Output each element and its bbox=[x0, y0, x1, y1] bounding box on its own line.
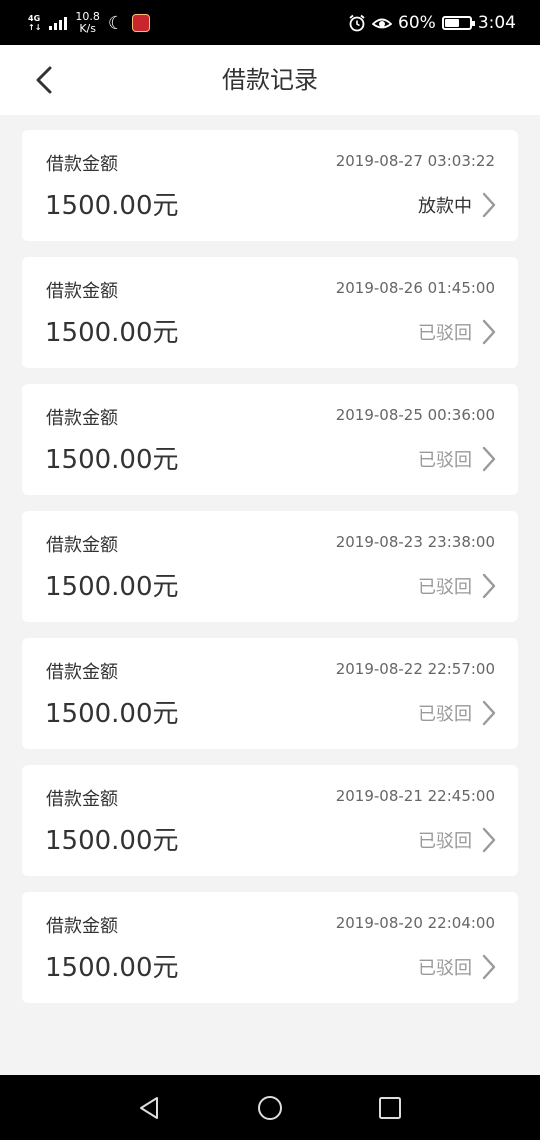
chevron-right-icon bbox=[482, 827, 496, 853]
triangle-back-icon bbox=[140, 1097, 158, 1119]
loan-amount-label: 借款金额 bbox=[46, 535, 118, 556]
battery-icon bbox=[441, 15, 475, 30]
navigation-bar: 借款记录 bbox=[0, 45, 540, 115]
loan-amount: 1500.00元 bbox=[45, 826, 179, 856]
status-left: 4G ↑↓ 10.8 K/s ☾ bbox=[28, 8, 151, 38]
loan-date: 2019-08-22 22:57:00 bbox=[335, 660, 495, 678]
system-home-button[interactable] bbox=[255, 1093, 285, 1123]
back-button[interactable] bbox=[26, 62, 62, 98]
loan-amount-label: 借款金额 bbox=[46, 154, 118, 175]
system-recent-apps-button[interactable] bbox=[375, 1093, 405, 1123]
loan-date: 2019-08-25 00:36:00 bbox=[335, 406, 495, 424]
network-speed: 10.8 K/s bbox=[75, 11, 100, 35]
battery-percent: 60% bbox=[398, 12, 436, 33]
loan-amount: 1500.00元 bbox=[45, 445, 179, 475]
chevron-right-icon bbox=[482, 192, 496, 218]
status-bar: 4G ↑↓ 10.8 K/s ☾ 60% 3:04 bbox=[0, 0, 540, 45]
loan-status: 已驳回 bbox=[418, 577, 472, 598]
system-navigation-bar bbox=[0, 1075, 540, 1140]
loan-date: 2019-08-20 22:04:00 bbox=[335, 914, 495, 932]
alarm-icon bbox=[349, 14, 365, 31]
chevron-right-icon bbox=[482, 319, 496, 345]
loan-record-list: 借款金额 2019-08-27 03:03:22 1500.00元 放款中 借款… bbox=[22, 130, 518, 1019]
loan-record-card[interactable]: 借款金额 2019-08-22 22:57:00 1500.00元 已驳回 bbox=[22, 638, 518, 749]
loan-record-card[interactable]: 借款金额 2019-08-25 00:36:00 1500.00元 已驳回 bbox=[22, 384, 518, 495]
loan-status: 已驳回 bbox=[418, 958, 472, 979]
chevron-right-icon bbox=[482, 446, 496, 472]
loan-record-card[interactable]: 借款金额 2019-08-21 22:45:00 1500.00元 已驳回 bbox=[22, 765, 518, 876]
signal-icon bbox=[49, 16, 68, 30]
loan-amount: 1500.00元 bbox=[45, 953, 179, 983]
loan-status: 放款中 bbox=[418, 196, 472, 217]
speed-unit: K/s bbox=[79, 22, 96, 35]
page-title: 借款记录 bbox=[222, 66, 318, 94]
system-back-button[interactable] bbox=[135, 1093, 165, 1123]
battery-level bbox=[444, 18, 459, 27]
loan-amount-label: 借款金额 bbox=[46, 281, 118, 302]
chevron-left-icon bbox=[36, 66, 52, 94]
loan-amount-label: 借款金额 bbox=[46, 408, 118, 429]
loan-record-card[interactable]: 借款金额 2019-08-27 03:03:22 1500.00元 放款中 bbox=[22, 130, 518, 241]
chevron-right-icon bbox=[482, 700, 496, 726]
loan-date: 2019-08-26 01:45:00 bbox=[335, 279, 495, 297]
network-indicator: 4G ↑↓ bbox=[28, 14, 41, 32]
loan-record-card[interactable]: 借款金额 2019-08-23 23:38:00 1500.00元 已驳回 bbox=[22, 511, 518, 622]
loan-status: 已驳回 bbox=[418, 323, 472, 344]
loan-status: 已驳回 bbox=[418, 831, 472, 852]
moon-icon: ☾ bbox=[107, 12, 125, 34]
chevron-right-icon bbox=[482, 954, 496, 980]
circle-home-icon bbox=[258, 1096, 282, 1120]
loan-record-card[interactable]: 借款金额 2019-08-26 01:45:00 1500.00元 已驳回 bbox=[22, 257, 518, 368]
app-notification-icon bbox=[132, 14, 151, 32]
loan-date: 2019-08-27 03:03:22 bbox=[335, 152, 495, 170]
network-type: 4G bbox=[28, 14, 41, 23]
loan-amount-label: 借款金额 bbox=[46, 662, 118, 683]
loan-date: 2019-08-23 23:38:00 bbox=[335, 533, 495, 551]
status-right: 60% 3:04 bbox=[348, 0, 516, 45]
clock: 3:04 bbox=[477, 12, 516, 33]
square-recent-icon bbox=[379, 1097, 401, 1119]
loan-amount: 1500.00元 bbox=[45, 318, 179, 348]
network-activity: ↑↓ bbox=[28, 23, 42, 32]
loan-amount-label: 借款金额 bbox=[46, 789, 118, 810]
loan-status: 已驳回 bbox=[418, 704, 472, 725]
loan-amount: 1500.00元 bbox=[45, 699, 179, 729]
loan-date: 2019-08-21 22:45:00 bbox=[335, 787, 495, 805]
loan-amount-label: 借款金额 bbox=[46, 916, 118, 937]
eye-comfort-icon bbox=[372, 18, 393, 28]
loan-record-card[interactable]: 借款金额 2019-08-20 22:04:00 1500.00元 已驳回 bbox=[22, 892, 518, 1003]
loan-amount: 1500.00元 bbox=[45, 191, 179, 221]
loan-status: 已驳回 bbox=[418, 450, 472, 471]
loan-amount: 1500.00元 bbox=[45, 572, 179, 602]
chevron-right-icon bbox=[482, 573, 496, 599]
